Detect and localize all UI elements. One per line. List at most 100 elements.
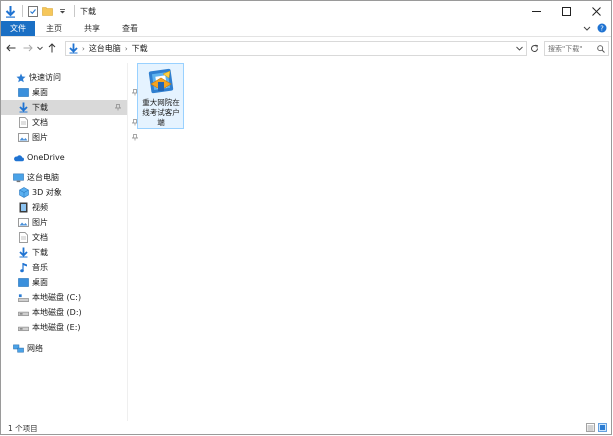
nav-label: 视频 — [32, 203, 48, 212]
toolbar-separator — [74, 5, 75, 17]
drive-icon — [18, 292, 29, 303]
file-item[interactable]: 重大网院在线考试客户端 — [137, 63, 184, 129]
properties-checkbox-icon[interactable] — [26, 3, 39, 19]
drive-icon — [18, 322, 29, 333]
arrow-up-icon — [48, 43, 56, 53]
nav-label: 本地磁盘 (D:) — [32, 308, 82, 317]
minimize-button[interactable] — [521, 1, 551, 21]
drive-icon — [18, 307, 29, 318]
nav-quick-access[interactable]: 快速访问 — [15, 70, 61, 85]
view-toggle-group — [586, 423, 607, 434]
picture-icon — [18, 217, 29, 228]
nav-label: 桌面 — [32, 278, 48, 287]
star-icon — [15, 72, 26, 83]
item-count: 1 个项目 — [8, 424, 38, 433]
pin-icon[interactable] — [114, 104, 122, 113]
music-note-icon — [18, 262, 29, 273]
search-icon — [597, 44, 605, 53]
cloud-icon — [13, 152, 24, 163]
svg-text:?: ? — [600, 25, 604, 33]
quick-access-toolbar: 下载 — [1, 1, 96, 21]
nav-label: 3D 对象 — [32, 188, 62, 197]
back-button[interactable] — [4, 40, 18, 56]
desktop-icon — [18, 277, 29, 288]
breadcrumb-separator: › — [82, 44, 85, 53]
minimize-icon — [531, 10, 541, 12]
nav-network[interactable]: 网络 — [13, 341, 43, 356]
nav-drive-d[interactable]: 本地磁盘 (D:) — [18, 305, 82, 320]
chevron-down-icon — [516, 46, 523, 51]
address-history-dropdown[interactable] — [516, 46, 523, 51]
nav-label: 本地磁盘 (E:) — [32, 323, 81, 332]
large-icons-view-icon — [598, 423, 607, 432]
nav-3d-objects[interactable]: 3D 对象 — [18, 185, 62, 200]
nav-label: 音乐 — [32, 263, 48, 272]
forward-button[interactable] — [21, 40, 35, 56]
nav-videos[interactable]: 视频 — [18, 200, 48, 215]
ribbon-right-controls: ? — [583, 21, 607, 37]
tab-share[interactable]: 共享 — [73, 21, 111, 36]
exam-client-app-icon — [147, 68, 175, 96]
window-title: 下载 — [80, 6, 96, 16]
document-icon — [18, 232, 29, 243]
nav-drive-e[interactable]: 本地磁盘 (E:) — [18, 320, 81, 335]
up-button[interactable] — [45, 40, 59, 56]
details-view-button[interactable] — [586, 423, 595, 434]
expand-ribbon-button[interactable] — [583, 25, 591, 34]
help-button[interactable]: ? — [597, 23, 607, 35]
arrow-right-icon — [23, 44, 33, 52]
maximize-button[interactable] — [551, 1, 581, 21]
file-list-area[interactable]: 重大网院在线考试客户端 — [129, 59, 611, 421]
nav-this-pc[interactable]: 这台电脑 — [13, 170, 59, 185]
navigation-pane: 快速访问 桌面 下载 文档 图片 OneDrive 这台电脑 3D 对象 视频 … — [1, 63, 139, 421]
picture-icon — [18, 132, 29, 143]
toolbar-separator — [22, 5, 23, 17]
download-arrow-icon — [18, 247, 29, 258]
new-folder-icon[interactable] — [41, 3, 54, 19]
nav-label: 图片 — [32, 133, 48, 142]
address-bar-row: › 这台电脑 › 下载 搜索"下载" — [1, 37, 611, 59]
nav-label: 这台电脑 — [27, 173, 59, 182]
nav-label: 文档 — [32, 118, 48, 127]
nav-label: 快速访问 — [29, 73, 61, 82]
tab-home[interactable]: 主页 — [35, 21, 73, 36]
download-location-icon — [69, 43, 78, 54]
download-arrow-icon[interactable] — [4, 3, 17, 19]
breadcrumb-downloads[interactable]: 下载 — [132, 43, 148, 54]
nav-pictures[interactable]: 图片 — [18, 215, 48, 230]
nav-quick-documents[interactable]: 文档 — [18, 115, 139, 130]
close-button[interactable] — [581, 1, 611, 21]
nav-drive-c[interactable]: 本地磁盘 (C:) — [18, 290, 81, 305]
nav-label: 下载 — [32, 103, 48, 112]
nav-quick-desktop[interactable]: 桌面 — [18, 85, 139, 100]
3d-objects-icon — [18, 187, 29, 198]
nav-label: 桌面 — [32, 88, 48, 97]
search-input[interactable]: 搜索"下载" — [544, 41, 609, 56]
address-box[interactable]: › 这台电脑 › 下载 — [65, 41, 527, 56]
ribbon-tabs: 文件 主页 共享 查看 ? — [1, 21, 611, 37]
nav-desktop[interactable]: 桌面 — [18, 275, 48, 290]
nav-label: OneDrive — [27, 153, 65, 162]
recent-locations-button[interactable] — [36, 40, 44, 56]
customize-toolbar-icon[interactable] — [56, 3, 69, 19]
details-view-icon — [586, 423, 595, 432]
breadcrumb-this-pc[interactable]: 这台电脑 — [89, 43, 121, 54]
refresh-button[interactable] — [528, 41, 541, 56]
nav-label: 图片 — [32, 218, 48, 227]
download-arrow-icon — [18, 102, 29, 113]
large-icons-view-button[interactable] — [598, 423, 607, 434]
nav-quick-pictures[interactable]: 图片 — [18, 130, 139, 145]
nav-label: 本地磁盘 (C:) — [32, 293, 82, 302]
document-icon — [18, 117, 29, 128]
refresh-icon — [531, 44, 539, 52]
nav-onedrive[interactable]: OneDrive — [13, 150, 65, 165]
tab-file[interactable]: 文件 — [1, 21, 35, 36]
nav-quick-downloads[interactable]: 下载 — [1, 100, 127, 115]
nav-downloads[interactable]: 下载 — [18, 245, 48, 260]
nav-documents[interactable]: 文档 — [18, 230, 48, 245]
tab-view[interactable]: 查看 — [111, 21, 149, 36]
video-icon — [18, 202, 29, 213]
nav-music[interactable]: 音乐 — [18, 260, 48, 275]
network-icon — [13, 343, 24, 354]
title-bar: 下载 — [1, 1, 611, 21]
